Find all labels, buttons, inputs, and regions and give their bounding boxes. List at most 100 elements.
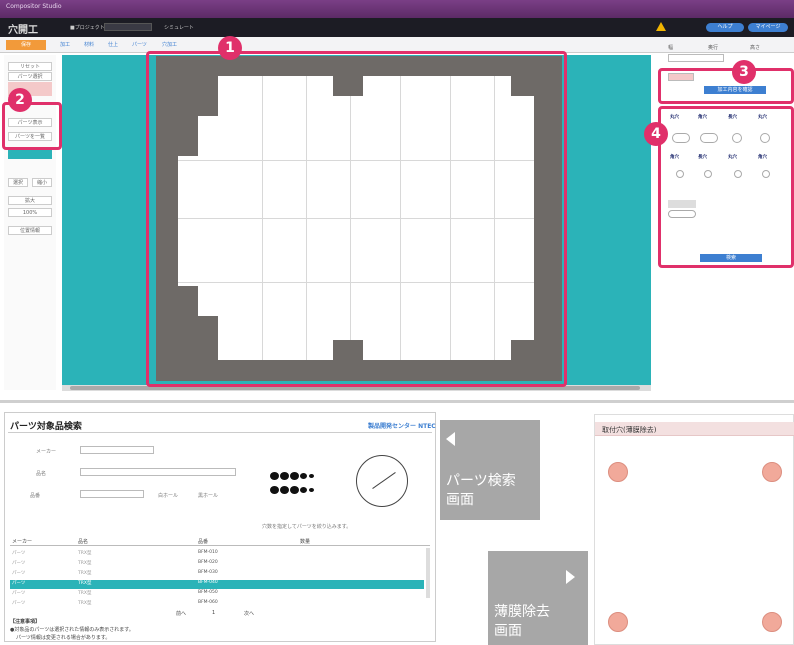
tab-process[interactable]: 加工 <box>60 41 70 49</box>
row-code: BFM-010 <box>198 550 218 555</box>
row-name: TRX型 <box>78 601 92 606</box>
table-row[interactable]: パーツ TRX型 BFM-010 <box>10 550 424 559</box>
notes-title: 【注意事項】 <box>10 619 41 625</box>
project-name-field[interactable] <box>104 23 152 31</box>
canvas-highlight <box>146 51 567 387</box>
row-maker: パーツ <box>12 561 26 566</box>
row-maker: パーツ <box>12 581 26 586</box>
film-removal-nav-line1: 薄膜除去 <box>494 604 550 620</box>
arrow-right-icon <box>566 570 575 584</box>
delete-button[interactable] <box>8 150 52 159</box>
white-hole-radio[interactable]: 白ホール <box>158 492 178 499</box>
column-header: 品番 <box>198 539 209 545</box>
maker-label: メーカー <box>36 449 57 455</box>
row-code: BFM-040 <box>198 580 218 585</box>
arrow-left-icon <box>446 432 455 446</box>
save-button[interactable]: 保存 <box>6 40 46 50</box>
black-hole-radio[interactable]: 黒ホール <box>198 492 218 499</box>
table-row[interactable]: パーツ TRX型 BFM-050 <box>10 590 424 599</box>
mounting-hole[interactable] <box>608 612 628 632</box>
title-divider <box>8 432 432 433</box>
shape-palette-highlight <box>658 106 794 268</box>
row-name: TRX型 <box>78 571 92 576</box>
mypage-pill[interactable]: マイページ <box>748 23 788 32</box>
row-code: BFM-060 <box>198 600 218 605</box>
header-bar <box>0 0 794 18</box>
row-maker: パーツ <box>12 591 26 596</box>
tab-finish[interactable]: 仕上 <box>108 41 118 49</box>
row-maker: パーツ <box>12 571 26 576</box>
row-name: TRX型 <box>78 591 92 596</box>
column-header: メーカー <box>12 539 33 545</box>
help-pill[interactable]: ヘルプ <box>706 23 744 32</box>
toolbar-simulate-label[interactable]: シミュレート <box>164 24 194 31</box>
brand-logo: Compositor Studio <box>6 3 62 10</box>
shrink-button[interactable]: 縮小 <box>32 178 52 187</box>
row-code: BFM-050 <box>198 590 218 595</box>
product-name-select[interactable] <box>80 468 236 476</box>
hole-dot <box>309 488 314 492</box>
product-code-input[interactable] <box>80 490 144 498</box>
warning-icon[interactable] <box>656 22 666 31</box>
width-label: 幅 <box>668 45 674 51</box>
maker-select[interactable] <box>80 446 154 454</box>
callout-badge-3: 3 <box>732 60 756 84</box>
parts-search-nav-line1: パーツ検索 <box>446 473 516 489</box>
table-row[interactable]: パーツ TRX型 BFM-060 <box>10 600 424 609</box>
table-row-selected[interactable]: パーツ TRX型 BFM-040 <box>10 580 424 589</box>
position-info-checkbox[interactable]: 位置情報 <box>8 226 52 235</box>
row-name: TRX型 <box>78 581 92 586</box>
parts-menu-highlight <box>2 102 62 150</box>
table-row[interactable]: パーツ TRX型 BFM-030 <box>10 570 424 579</box>
row-name: TRX型 <box>78 561 92 566</box>
hole-dot <box>280 486 289 494</box>
reset-button[interactable]: リセット <box>8 62 52 71</box>
hole-dot <box>300 473 307 479</box>
mounting-hole-panel <box>594 414 794 645</box>
product-code-label: 品番 <box>30 493 41 499</box>
hole-dot <box>270 486 279 494</box>
tab-material[interactable]: 材料 <box>84 41 94 49</box>
toolbar-project-label: ■プロジェクト <box>70 25 105 31</box>
depth-label: 奥行 <box>708 45 719 51</box>
row-maker: パーツ <box>12 551 26 556</box>
row-name: TRX型 <box>78 551 92 556</box>
pager-page[interactable]: 1 <box>212 610 215 616</box>
row-code: BFM-020 <box>198 560 218 565</box>
column-header: 数量 <box>300 539 311 545</box>
tab-parts[interactable]: パーツ <box>132 41 147 49</box>
results-scrollbar[interactable] <box>426 548 430 598</box>
hole-dot <box>309 474 314 478</box>
hole-dot <box>270 472 279 480</box>
mounting-hole-title: 取付穴(薄膜除去) <box>602 426 657 434</box>
row-code: BFM-030 <box>198 570 218 575</box>
property-highlight <box>658 68 794 104</box>
table-row[interactable]: パーツ TRX型 BFM-020 <box>10 560 424 569</box>
parts-search-brand: 製品開発センター NTEC <box>368 423 436 430</box>
notes-line: ●対象品のパーツは選択された情報のみ表示されます。 <box>10 627 134 633</box>
part-select-button[interactable]: パーツ選択 <box>8 72 52 81</box>
dimension-select[interactable] <box>668 54 724 62</box>
mounting-hole[interactable] <box>762 462 782 482</box>
callout-badge-1: 1 <box>218 36 242 60</box>
row-maker: パーツ <box>12 601 26 606</box>
hole-dot <box>290 472 299 480</box>
notes-line: パーツ情報は変更される場合があります。 <box>16 635 111 641</box>
pager-next[interactable]: 次へ <box>244 610 254 617</box>
select-button[interactable]: 選択 <box>8 178 28 187</box>
column-header: 品名 <box>78 539 89 545</box>
pager-prev[interactable]: 前へ <box>176 610 186 617</box>
film-removal-nav-line2: 画面 <box>494 623 522 639</box>
callout-badge-4: 4 <box>644 122 668 146</box>
mounting-hole[interactable] <box>608 462 628 482</box>
mounting-hole[interactable] <box>762 612 782 632</box>
parts-search-nav-line2: 画面 <box>446 492 474 508</box>
zoom-select[interactable]: 100% <box>8 208 52 217</box>
product-name-label: 品名 <box>36 471 47 477</box>
callout-badge-2: 2 <box>8 88 32 112</box>
enlarge-button[interactable]: 拡大 <box>8 196 52 205</box>
app-name: 穴開工 <box>8 25 38 36</box>
parts-hint: 穴数を指定してパーツを絞り込みます。 <box>262 524 352 530</box>
parts-search-title: パーツ対象品検索 <box>10 422 82 432</box>
tab-holes[interactable]: 穴加工 <box>162 41 177 49</box>
